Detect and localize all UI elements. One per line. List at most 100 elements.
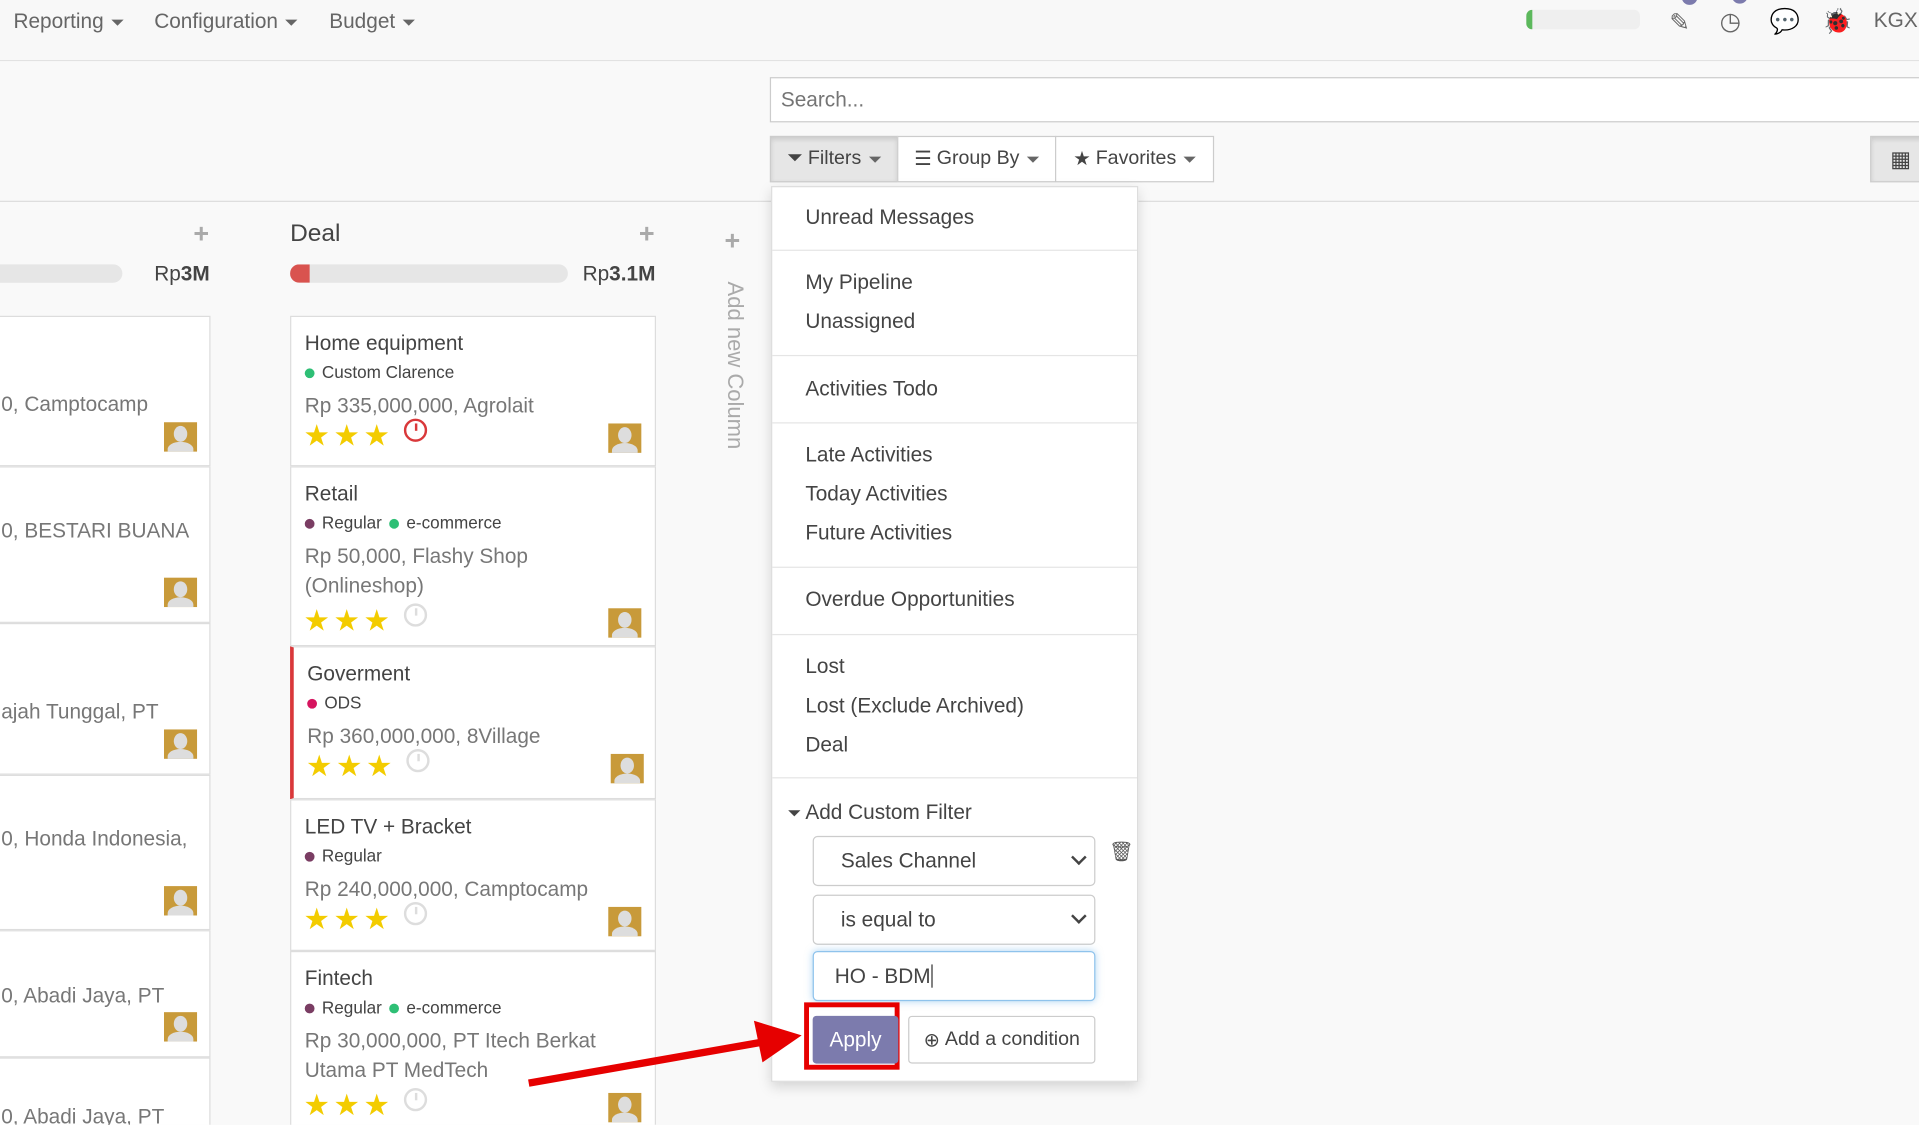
value-input[interactable]: HO - BDM bbox=[812, 950, 1096, 1002]
priority-stars[interactable]: ★★★ bbox=[304, 418, 427, 454]
priority-stars[interactable]: ★★★ bbox=[304, 902, 427, 937]
activity-clock-icon[interactable] bbox=[403, 418, 427, 442]
card-amount: Rp 50,000, Flashy Shop (Onlineshop) bbox=[304, 544, 528, 598]
kanban-card[interactable]: 0, BESTARI BUANA bbox=[0, 466, 211, 623]
favorites-button[interactable]: ★ Favorites bbox=[1055, 135, 1215, 183]
add-custom-filter-toggle[interactable]: Add Custom Filter bbox=[788, 800, 972, 824]
bug-icon[interactable]: 🐞 bbox=[1822, 6, 1852, 37]
filter-icon: ⏷ bbox=[787, 148, 804, 169]
kanban-card[interactable]: Goverment ODS Rp 360,000,000, 8Village ★★★ bbox=[290, 646, 657, 800]
add-column-icon[interactable]: + bbox=[725, 225, 741, 257]
filter-today-activities[interactable]: Today Activities bbox=[805, 482, 947, 506]
avatar[interactable] bbox=[164, 1012, 198, 1042]
star-icon[interactable]: ★ bbox=[334, 420, 364, 453]
filter-lost[interactable]: Lost bbox=[805, 655, 844, 679]
filters-button[interactable]: ⏷ Filters bbox=[769, 135, 899, 183]
apply-button[interactable]: Apply bbox=[812, 1015, 899, 1064]
filter-lost-exclude-archived[interactable]: Lost (Exclude Archived) bbox=[805, 694, 1024, 718]
filter-late-activities[interactable]: Late Activities bbox=[805, 443, 932, 467]
star-icon[interactable]: ★ bbox=[364, 903, 394, 936]
star-icon[interactable]: ★ bbox=[304, 903, 334, 936]
activity-clock-icon[interactable] bbox=[403, 902, 427, 926]
avatar[interactable] bbox=[610, 753, 644, 784]
tag-color-dot bbox=[389, 1003, 400, 1014]
activity-clock-icon[interactable] bbox=[403, 1088, 427, 1112]
tag-color-dot bbox=[304, 518, 315, 529]
clock-icon[interactable]: ◷ bbox=[1720, 0, 1748, 37]
kanban-card[interactable]: Home equipment Custom Clarence Rp 335,000,… bbox=[290, 315, 657, 467]
total-value: 3.1M bbox=[609, 261, 656, 286]
avatar[interactable] bbox=[608, 423, 642, 453]
star-icon[interactable]: ★ bbox=[306, 750, 336, 783]
chat-icon[interactable]: 💬 bbox=[1770, 6, 1800, 37]
star-icon[interactable]: ★ bbox=[334, 903, 364, 936]
card-amount: 0, Abadi Jaya, PT bbox=[1, 984, 165, 1008]
kanban-card[interactable]: 0, Abadi Jaya, PT bbox=[0, 1057, 211, 1125]
tag-color-dot bbox=[304, 1003, 315, 1014]
kanban-card[interactable]: 0, Honda Indonesia, bbox=[0, 774, 211, 931]
group-by-button[interactable]: ☰ Group By bbox=[897, 135, 1057, 183]
field-select[interactable]: Sales Channel bbox=[812, 835, 1096, 887]
avatar[interactable] bbox=[608, 906, 642, 937]
star-icon[interactable]: ★ bbox=[366, 750, 396, 783]
kanban-card[interactable]: ajah Tunggal, PT bbox=[0, 622, 211, 775]
filter-my-pipeline[interactable]: My Pipeline bbox=[805, 270, 913, 294]
filter-overdue-opportunities[interactable]: Overdue Opportunities bbox=[805, 587, 1014, 611]
menu-label: Configuration bbox=[154, 9, 278, 34]
avatar[interactable] bbox=[164, 729, 198, 759]
star-icon[interactable]: ★ bbox=[334, 605, 364, 638]
avatar[interactable] bbox=[164, 886, 198, 916]
tag: Regular bbox=[304, 997, 382, 1017]
edit-icon[interactable]: ✎ bbox=[1669, 0, 1698, 38]
menu-configuration[interactable]: Configuration bbox=[154, 9, 298, 34]
star-icon[interactable]: ★ bbox=[364, 420, 394, 453]
kanban-card[interactable]: Retail Regular e-commerce Rp 50,000, Flashy… bbox=[290, 466, 657, 647]
filter-activities-todo[interactable]: Activities Todo bbox=[805, 377, 938, 401]
filter-unread-messages[interactable]: Unread Messages bbox=[805, 206, 974, 230]
tag: e-commerce bbox=[389, 513, 502, 532]
star-icon[interactable]: ★ bbox=[304, 1089, 334, 1122]
filter-unassigned[interactable]: Unassigned bbox=[805, 310, 915, 334]
priority-stars[interactable]: ★★★ bbox=[304, 1088, 427, 1123]
star-icon[interactable]: ★ bbox=[304, 420, 334, 453]
trash-icon[interactable]: 🗑 bbox=[1109, 840, 1134, 864]
annotation-arrow bbox=[528, 1020, 802, 1087]
user-menu[interactable]: KGX bbox=[1874, 9, 1918, 33]
avatar[interactable] bbox=[164, 577, 198, 608]
menu-reporting[interactable]: Reporting bbox=[13, 10, 124, 34]
kanban-card[interactable]: LED TV + Bracket Regular Rp 240,000,000, C… bbox=[290, 799, 657, 951]
star-icon[interactable]: ★ bbox=[334, 1089, 364, 1122]
kanban-card[interactable]: 0, Camptocamp bbox=[0, 315, 211, 467]
text-cursor bbox=[931, 964, 934, 988]
filter-future-activities[interactable]: Future Activities bbox=[805, 521, 952, 545]
operator-select[interactable]: is equal to bbox=[812, 894, 1096, 945]
activity-clock-icon[interactable] bbox=[403, 603, 427, 627]
quick-create-icon[interactable]: + bbox=[193, 218, 209, 250]
priority-stars[interactable]: ★★★ bbox=[304, 603, 427, 638]
search-input[interactable] bbox=[769, 77, 1919, 123]
operator-value: is equal to bbox=[840, 908, 936, 932]
star-icon[interactable]: ★ bbox=[336, 750, 366, 783]
add-new-column[interactable]: Add new Column bbox=[722, 281, 747, 449]
list-icon: ☰ bbox=[914, 149, 932, 171]
star-icon[interactable]: ★ bbox=[364, 605, 394, 638]
priority-stars[interactable]: ★★★ bbox=[306, 749, 430, 784]
activity-clock-icon[interactable] bbox=[405, 749, 430, 773]
kanban-card[interactable]: 0, Abadi Jaya, PT bbox=[0, 930, 211, 1058]
avatar[interactable] bbox=[164, 422, 198, 452]
card-amount: ajah Tunggal, PT bbox=[1, 700, 159, 724]
grid-icon: ▦ bbox=[1890, 146, 1912, 171]
add-condition-button[interactable]: ⊕ Add a condition bbox=[908, 1015, 1096, 1064]
card-tags: Custom Clarence bbox=[304, 362, 462, 382]
kanban-view-button[interactable]: ▦ bbox=[1870, 135, 1919, 183]
tag-label: Regular bbox=[321, 845, 382, 866]
arrow-shaft bbox=[528, 1039, 760, 1087]
currency: Rp bbox=[582, 261, 610, 286]
avatar[interactable] bbox=[608, 608, 642, 638]
star-icon[interactable]: ★ bbox=[364, 1089, 394, 1122]
card-amount: Rp 335,000,000, Agrolait bbox=[304, 394, 534, 418]
filter-deal[interactable]: Deal bbox=[805, 733, 848, 757]
menu-budget[interactable]: Budget bbox=[329, 10, 415, 34]
star-icon[interactable]: ★ bbox=[304, 605, 334, 638]
quick-create-icon[interactable]: + bbox=[639, 218, 655, 250]
